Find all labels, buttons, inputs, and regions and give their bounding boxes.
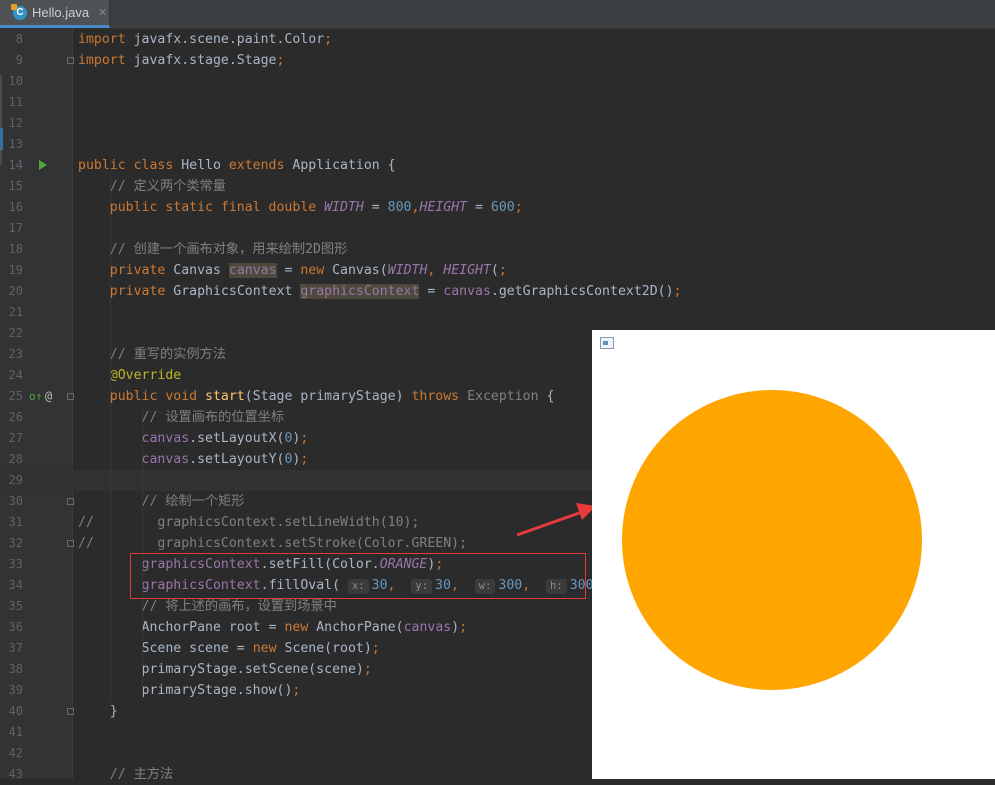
oval-canvas [622,390,922,690]
orange-oval [622,390,922,690]
javafx-preview-window [592,330,995,779]
